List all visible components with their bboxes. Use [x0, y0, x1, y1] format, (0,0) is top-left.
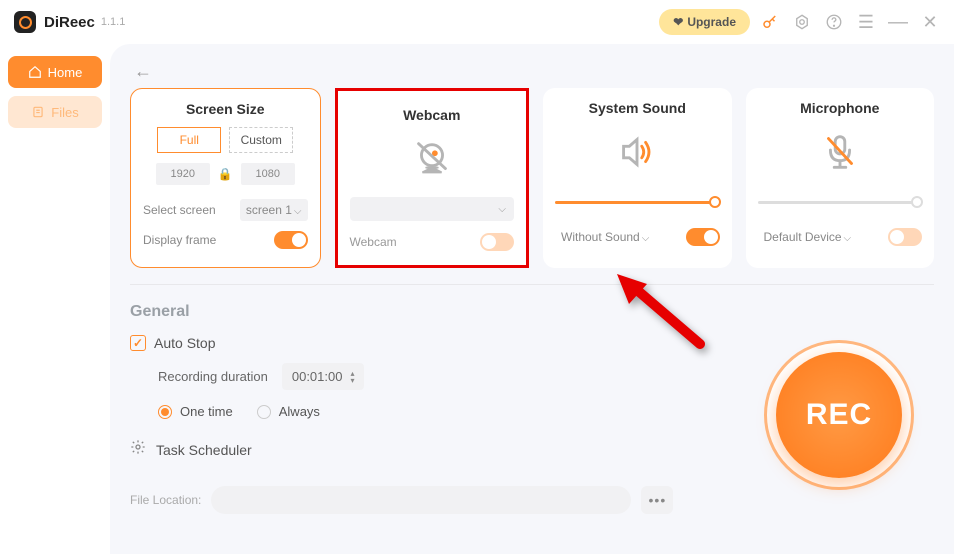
duration-stepper[interactable]: ▴▾ [350, 370, 354, 384]
back-button[interactable]: ← [130, 58, 156, 84]
screen-mode-full[interactable]: Full [157, 127, 221, 153]
auto-stop-checkbox[interactable]: ✓ [130, 335, 146, 351]
panel-screen-size: Screen Size Full Custom 1920 🔒 1080 Sele… [130, 88, 321, 268]
radio-always[interactable]: Always [257, 404, 320, 419]
webcam-toggle[interactable] [480, 233, 514, 251]
radio-label: Always [279, 404, 320, 419]
settings-icon[interactable] [792, 12, 812, 32]
select-screen-dropdown[interactable]: screen 1⌵ [240, 199, 308, 221]
display-frame-label: Display frame [143, 233, 216, 247]
chevron-down-icon: ⌵ [498, 204, 506, 215]
chevron-down-icon: ⌵ [844, 233, 852, 244]
screen-mode-custom[interactable]: Custom [229, 127, 293, 153]
file-location-browse[interactable]: ••• [641, 486, 673, 514]
duration-label: Recording duration [158, 369, 268, 384]
chevron-down-icon: ⌵ [642, 233, 650, 244]
duration-value: 00:01:00 [292, 369, 343, 384]
microphone-toggle[interactable] [888, 228, 922, 246]
sidebar-item-label: Home [48, 65, 83, 80]
menu-icon[interactable]: ☰ [856, 12, 876, 32]
auto-stop-label: Auto Stop [154, 335, 216, 351]
system-sound-dropdown[interactable]: Without Sound⌵ [555, 226, 655, 248]
panel-webcam: Webcam ⌵ Webcam [335, 88, 530, 268]
record-label: REC [806, 398, 872, 432]
files-icon [31, 105, 45, 119]
close-button[interactable]: ✕ [920, 12, 940, 32]
heart-icon: ❤ [673, 15, 683, 29]
home-icon [28, 65, 42, 79]
upgrade-label: Upgrade [687, 15, 736, 29]
task-scheduler-button[interactable]: Task Scheduler [156, 442, 252, 458]
chevron-down-icon: ⌵ [294, 206, 302, 217]
microphone-slider[interactable] [758, 190, 923, 214]
screen-height: 1080 [241, 163, 295, 185]
screen-width: 1920 [156, 163, 210, 185]
minimize-button[interactable]: — [888, 12, 908, 32]
system-sound-slider[interactable] [555, 190, 720, 214]
lock-icon[interactable]: 🔒 [218, 167, 233, 181]
panel-microphone: Microphone Default Device⌵ [746, 88, 935, 268]
app-logo [14, 11, 36, 33]
help-icon[interactable] [824, 12, 844, 32]
panel-title: System Sound [589, 100, 686, 116]
microphone-dropdown[interactable]: Default Device⌵ [758, 226, 858, 248]
app-name: DiReec [44, 14, 95, 31]
sidebar-item-label: Files [51, 105, 78, 120]
select-screen-label: Select screen [143, 203, 216, 217]
upgrade-button[interactable]: ❤ Upgrade [659, 9, 750, 35]
duration-field[interactable]: 00:01:00 ▴▾ [282, 363, 365, 390]
key-icon[interactable] [760, 12, 780, 32]
general-title: General [130, 303, 934, 321]
file-location-field[interactable] [211, 486, 631, 514]
microphone-off-icon [817, 126, 863, 178]
radio-label: One time [180, 404, 233, 419]
gear-icon [130, 439, 146, 460]
webcam-device-dropdown[interactable]: ⌵ [350, 197, 515, 221]
sidebar-item-home[interactable]: Home [8, 56, 102, 88]
webcam-off-icon [409, 133, 455, 185]
webcam-label: Webcam [350, 235, 397, 249]
radio-one-time[interactable]: One time [158, 404, 233, 419]
speaker-icon [614, 126, 660, 178]
file-location-label: File Location: [130, 493, 201, 507]
panel-title: Screen Size [186, 101, 265, 117]
sidebar-item-files[interactable]: Files [8, 96, 102, 128]
system-sound-toggle[interactable] [686, 228, 720, 246]
app-version: 1.1.1 [101, 16, 125, 28]
panel-system-sound: System Sound Without Sound⌵ [543, 88, 732, 268]
display-frame-toggle[interactable] [274, 231, 308, 249]
record-button[interactable]: REC [764, 340, 914, 490]
panel-title: Webcam [403, 107, 460, 123]
divider [130, 284, 934, 285]
panel-title: Microphone [800, 100, 879, 116]
